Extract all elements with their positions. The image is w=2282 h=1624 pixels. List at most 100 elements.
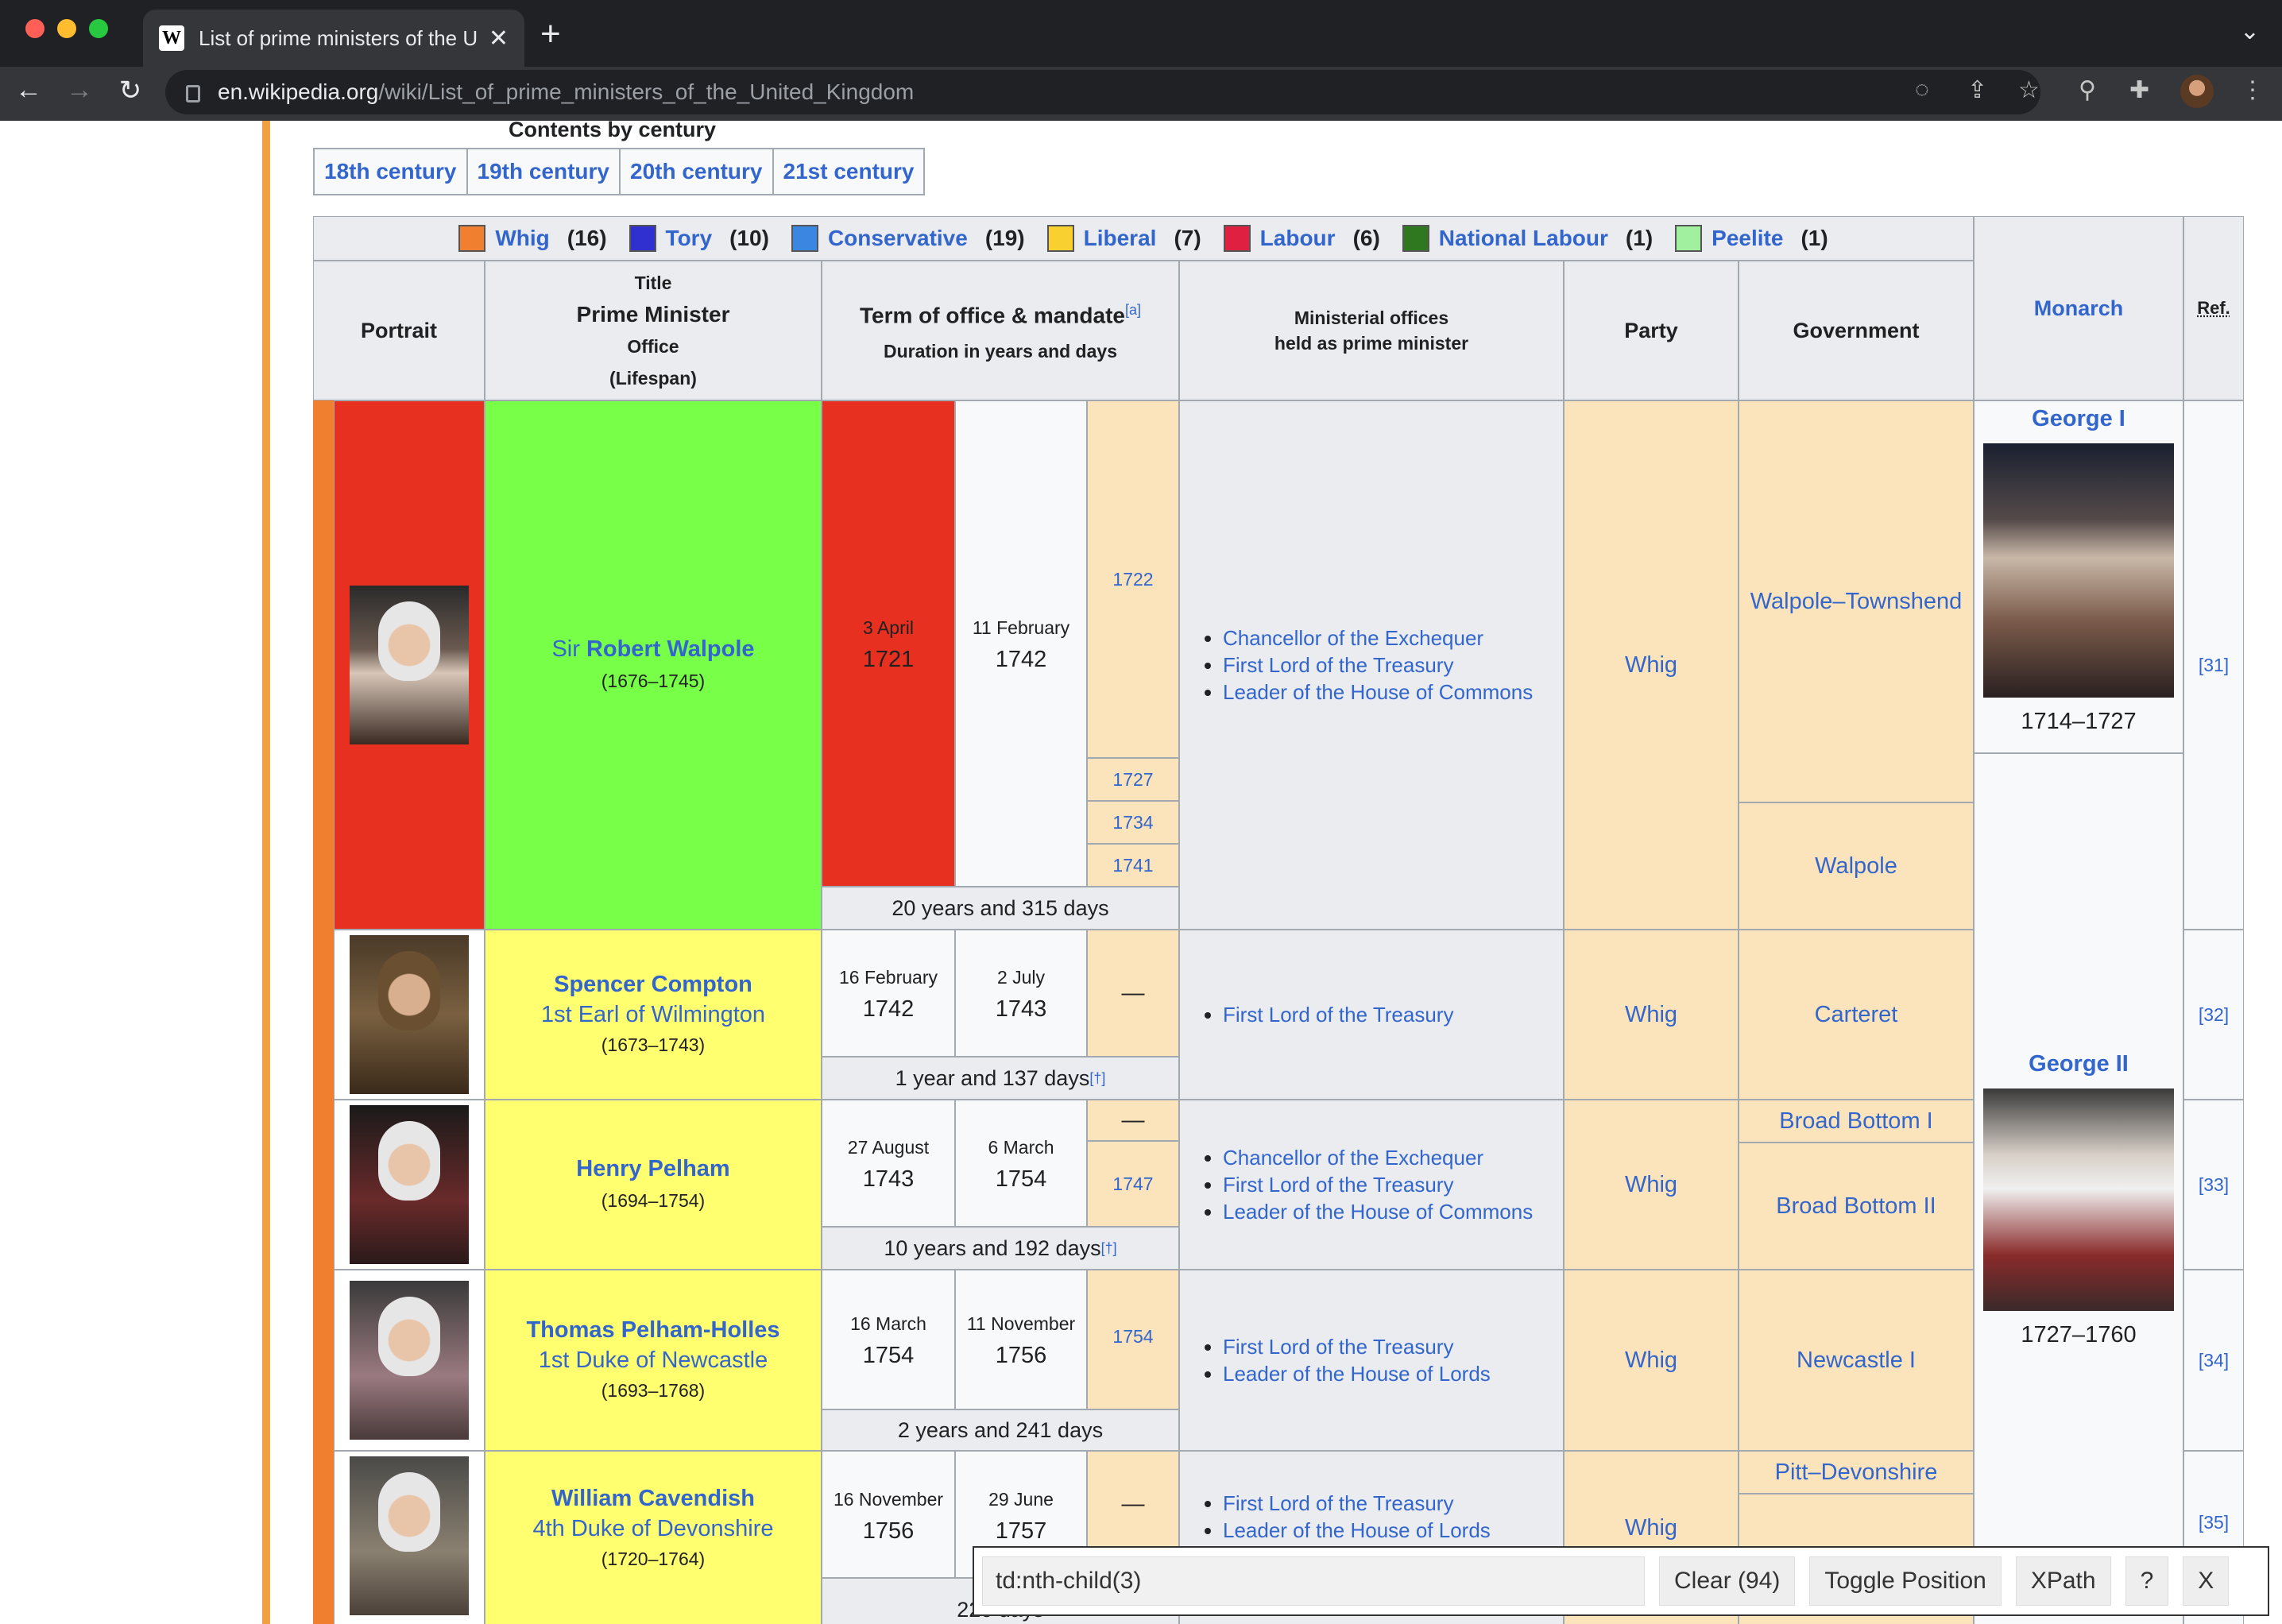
close-window-button[interactable] <box>25 19 44 38</box>
pm-name-link[interactable]: Thomas Pelham-Holles <box>526 1315 779 1345</box>
government-link[interactable]: Carteret <box>1739 930 1974 1100</box>
pm-name-link[interactable]: Robert Walpole <box>586 636 755 662</box>
legend-whig: Whig (16) <box>458 225 607 252</box>
monarch-portrait-george-ii[interactable] <box>1983 1088 2174 1311</box>
extension-search-icon[interactable]: ⚲ <box>2079 76 2096 104</box>
ref-link[interactable]: [31] <box>2183 400 2244 930</box>
office-link[interactable]: Chancellor of the Exchequer <box>1223 1144 1533 1171</box>
term-start-cell: 16 March 1754 <box>822 1270 955 1409</box>
selector-input[interactable] <box>982 1556 1645 1606</box>
link-21st-century[interactable]: 21st century <box>774 149 924 194</box>
office-link[interactable]: Leader of the House of Commons <box>1223 1198 1533 1225</box>
mandate-link[interactable]: 1722 <box>1087 400 1179 758</box>
reload-icon[interactable]: ↻ <box>111 75 149 106</box>
pm-name-link[interactable]: Henry Pelham <box>576 1153 729 1185</box>
party-color-bar <box>313 930 334 1100</box>
maximize-window-button[interactable] <box>89 19 108 38</box>
new-tab-icon[interactable]: + <box>540 14 561 54</box>
portrait-william-cavendish[interactable] <box>350 1456 469 1615</box>
ref-link[interactable]: [34] <box>2183 1270 2244 1451</box>
header-ref[interactable]: Ref. <box>2183 216 2244 400</box>
party-link[interactable]: Whig <box>1564 930 1739 1100</box>
url-host: en.wikipedia.org <box>218 79 379 104</box>
link-18th-century[interactable]: 18th century <box>315 149 468 194</box>
monarch-cell: George II 1727–1760 <box>1974 753 2183 1624</box>
ref-link[interactable]: [32] <box>2183 930 2244 1100</box>
page-content: Contents by century 18th century 19th ce… <box>0 121 2282 1624</box>
party-link[interactable]: Whig <box>1564 1270 1739 1451</box>
xpath-button[interactable]: XPath <box>2015 1556 2111 1606</box>
monarch-link[interactable]: George II <box>2029 1051 2129 1077</box>
portrait-cell <box>334 1451 485 1624</box>
office-link[interactable]: First Lord of the Treasury <box>1223 1001 1453 1028</box>
pm-name-cell: Thomas Pelham-Holles 1st Duke of Newcast… <box>485 1270 822 1451</box>
header-party: Party <box>1564 261 1739 400</box>
tab-search-chevron-icon[interactable]: ⌄ <box>2240 17 2260 45</box>
menu-kebab-icon[interactable]: ⋮ <box>2241 76 2265 104</box>
mandate-link[interactable]: 1747 <box>1087 1141 1179 1227</box>
eye-slash-icon[interactable]: ◌ <box>1915 76 1929 103</box>
monarch-cell: George I 1714–1727 <box>1974 400 2183 753</box>
portrait-henry-pelham[interactable] <box>350 1105 469 1264</box>
offices-cell: First Lord of the Treasury Leader of the… <box>1179 1270 1564 1451</box>
term-end-cell: 11 February 1742 <box>955 400 1087 887</box>
close-tab-icon[interactable]: ✕ <box>489 25 509 52</box>
toggle-position-button[interactable]: Toggle Position <box>1809 1556 2002 1606</box>
government-link[interactable]: Walpole–Townshend <box>1739 400 1974 802</box>
monarch-link[interactable]: George I <box>2032 406 2125 432</box>
browser-tab[interactable]: W List of prime ministers of the U ✕ <box>143 10 524 67</box>
mandate-link[interactable]: 1754 <box>1087 1270 1179 1409</box>
duration-cell: 10 years and 192 days [†] <box>822 1227 1179 1270</box>
government-link[interactable]: Broad Bottom I <box>1739 1100 1974 1143</box>
back-arrow-icon[interactable]: ← <box>10 75 48 106</box>
offices-cell: Chancellor of the Exchequer First Lord o… <box>1179 400 1564 930</box>
mandate-link[interactable]: 1734 <box>1087 801 1179 844</box>
help-button[interactable]: ? <box>2125 1556 2169 1606</box>
minimize-window-button[interactable] <box>57 19 76 38</box>
portrait-spencer-compton[interactable] <box>350 935 469 1094</box>
header-monarch[interactable]: Monarch <box>1974 216 2183 400</box>
address-bar[interactable]: en.wikipedia.org/wiki/List_of_prime_mini… <box>165 70 2040 114</box>
office-link[interactable]: First Lord of the Treasury <box>1223 1333 1491 1360</box>
portrait-cell <box>334 400 485 930</box>
link-20th-century[interactable]: 20th century <box>621 149 774 194</box>
header-portrait: Portrait <box>313 261 485 400</box>
monarch-portrait-george-i[interactable] <box>1983 443 2174 698</box>
office-link[interactable]: Leader of the House of Lords <box>1223 1517 1491 1544</box>
clear-button[interactable]: Clear (94) <box>1659 1556 1796 1606</box>
close-button[interactable]: X <box>2183 1556 2230 1606</box>
url-path: /wiki/List_of_prime_ministers_of_the_Uni… <box>378 79 915 104</box>
mandate-link[interactable]: 1727 <box>1087 758 1179 801</box>
share-icon[interactable]: ⇪ <box>1967 76 1987 104</box>
profile-avatar[interactable] <box>2180 75 2214 108</box>
duration-cell: 2 years and 241 days <box>822 1409 1179 1451</box>
government-link[interactable]: Pitt–Devonshire <box>1739 1451 1974 1494</box>
puzzle-extensions-icon[interactable]: ✚ <box>2129 76 2149 104</box>
portrait-cell <box>334 930 485 1100</box>
office-link[interactable]: Chancellor of the Exchequer <box>1223 624 1533 652</box>
term-end-cell: 11 November 1756 <box>955 1270 1087 1409</box>
mandate-link[interactable]: 1741 <box>1087 844 1179 887</box>
star-bookmark-icon[interactable]: ☆ <box>2018 76 2040 104</box>
office-link[interactable]: Leader of the House of Commons <box>1223 679 1533 706</box>
party-link[interactable]: Whig <box>1564 1100 1739 1270</box>
forward-arrow-icon[interactable]: → <box>60 75 99 106</box>
party-link[interactable]: Whig <box>1564 400 1739 930</box>
pm-name-link[interactable]: William Cavendish <box>551 1483 755 1514</box>
header-government: Government <box>1739 261 1974 400</box>
office-link[interactable]: First Lord of the Treasury <box>1223 1171 1533 1198</box>
office-link[interactable]: First Lord of the Treasury <box>1223 652 1533 679</box>
portrait-thomas-pelham-holles[interactable] <box>350 1281 469 1440</box>
duration-cell: 1 year and 137 days [†] <box>822 1057 1179 1100</box>
government-link[interactable]: Broad Bottom II <box>1739 1143 1974 1270</box>
government-link[interactable]: Newcastle I <box>1739 1270 1974 1451</box>
pm-name-link[interactable]: Spencer Compton <box>554 969 752 1000</box>
link-19th-century[interactable]: 19th century <box>468 149 621 194</box>
tab-title: List of prime ministers of the U <box>199 25 478 50</box>
office-link[interactable]: First Lord of the Treasury <box>1223 1490 1491 1517</box>
legend-tory: Tory (10) <box>629 225 769 252</box>
portrait-robert-walpole[interactable] <box>350 586 469 744</box>
office-link[interactable]: Leader of the House of Lords <box>1223 1360 1491 1387</box>
government-link[interactable]: Walpole <box>1739 802 1974 930</box>
ref-link[interactable]: [33] <box>2183 1100 2244 1270</box>
